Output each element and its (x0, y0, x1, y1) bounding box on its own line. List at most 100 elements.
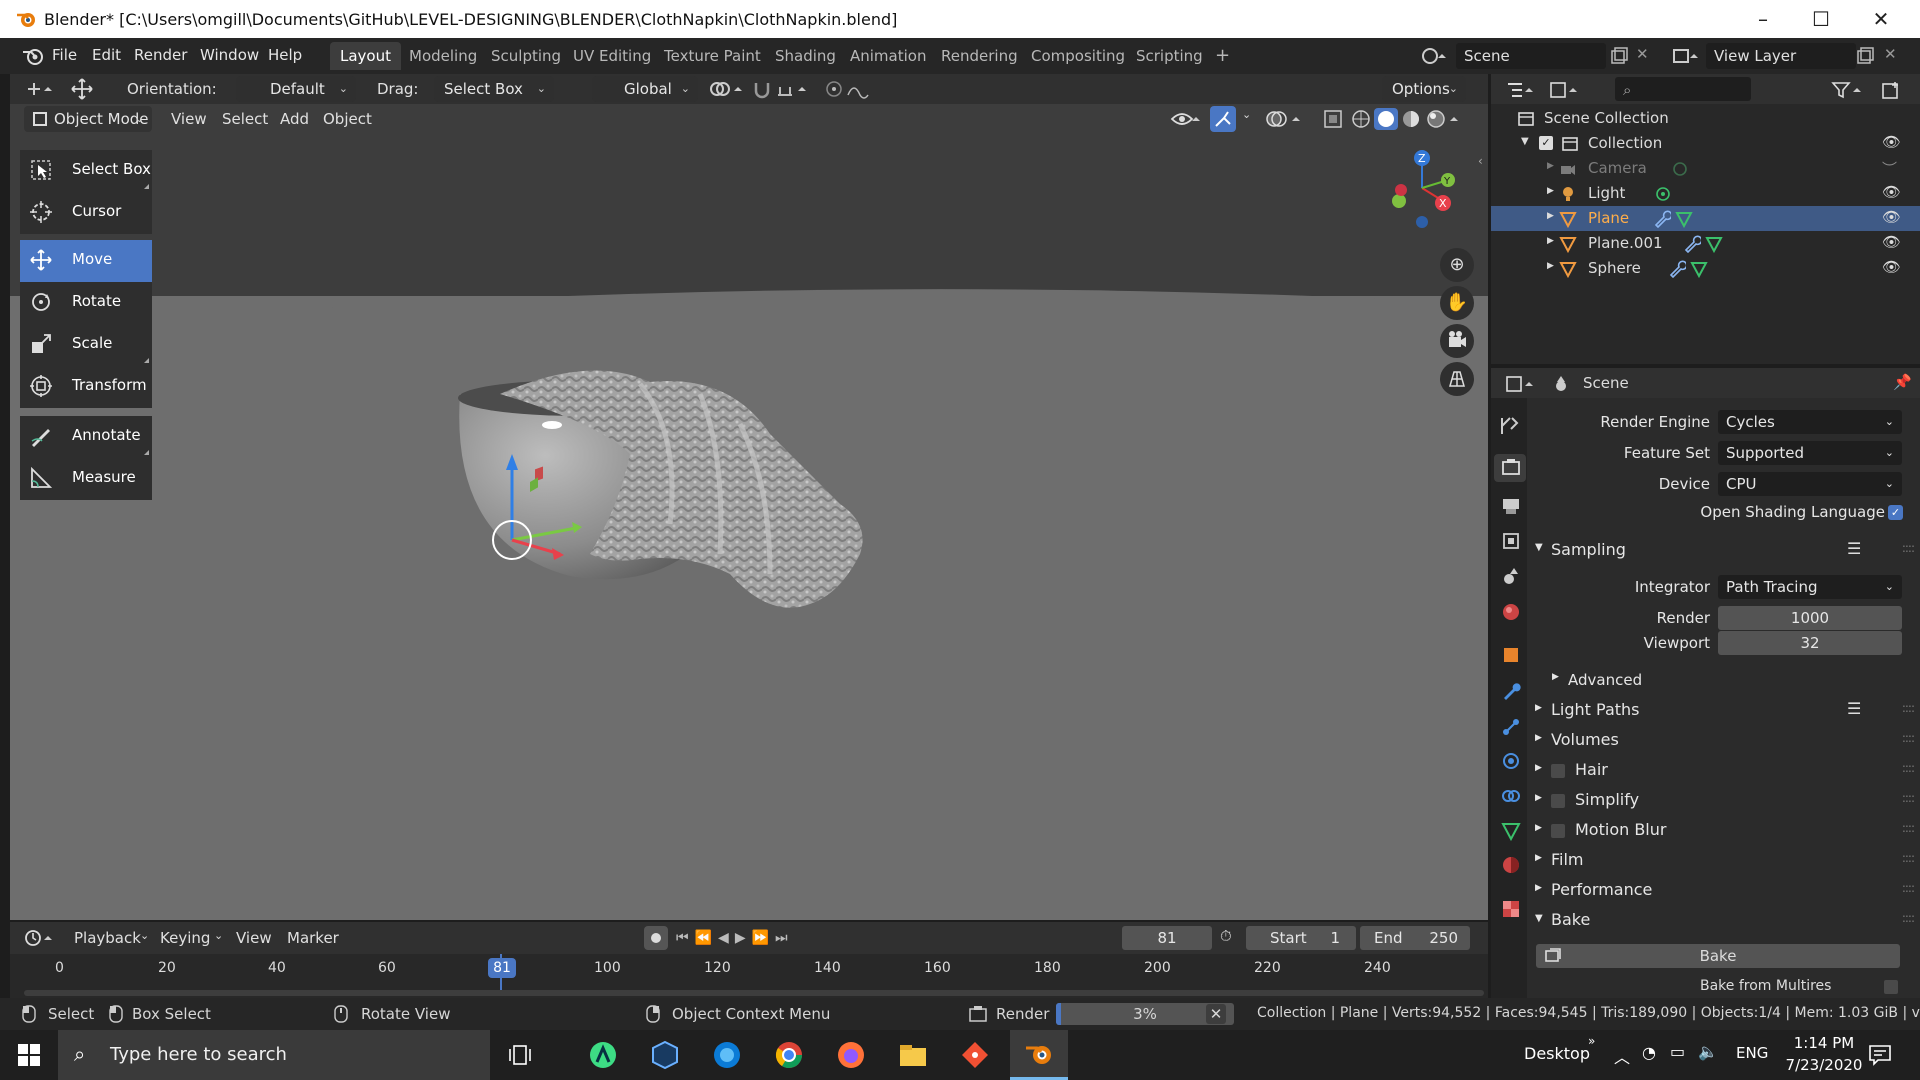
drag-handle-icon[interactable]: :::: (1902, 701, 1915, 715)
clock-date[interactable]: 7/23/2020 (1778, 1056, 1870, 1074)
device-dropdown[interactable]: CPU ⌄ (1718, 472, 1902, 496)
visibility-icon[interactable] (1170, 108, 1204, 130)
outliner-search-input[interactable]: ⌕ (1615, 77, 1751, 101)
tool-transform[interactable]: Transform (20, 366, 152, 408)
feature-set-dropdown[interactable]: Supported ⌄ (1718, 441, 1902, 465)
menu-object[interactable]: Object (323, 110, 372, 128)
render-engine-dropdown[interactable]: Cycles ⌄ (1718, 410, 1902, 434)
outliner-row-plane[interactable]: ▶ Plane 👁 (1491, 206, 1920, 231)
menu-window[interactable]: Window (200, 46, 259, 64)
tab-modifiers-icon[interactable] (1500, 680, 1522, 702)
display-mode-icon[interactable] (1549, 80, 1583, 100)
drag-handle-icon[interactable]: :::: (1902, 851, 1915, 865)
play-reverse-icon[interactable]: ◀ (718, 930, 729, 946)
expand-icon[interactable]: ▶ (1547, 186, 1554, 196)
tool-cursor[interactable]: Cursor (20, 192, 152, 234)
eye-icon[interactable]: 👁 (1882, 233, 1901, 251)
3d-viewport[interactable]: Orientation: Default ⌄ Drag: Select Box ⌄ … (10, 74, 1488, 920)
bake-button[interactable]: Bake (1536, 944, 1900, 968)
mode-dropdown[interactable]: Object Mode ⌄ (24, 106, 152, 132)
tab-output-icon[interactable] (1500, 495, 1522, 517)
scene-field[interactable]: Scene (1456, 43, 1606, 69)
menu-view[interactable]: View (236, 929, 272, 947)
tool-measure[interactable]: Measure (20, 458, 152, 500)
panel-hair[interactable]: ▶ Hair :::: (1533, 757, 1920, 785)
notifications-icon[interactable] (1868, 1044, 1892, 1066)
motion-blur-checkbox[interactable] (1551, 823, 1565, 838)
blender-menu-icon[interactable] (22, 46, 44, 66)
timeline-scrollbar[interactable] (24, 990, 1484, 996)
tab-uv-editing[interactable]: UV Editing (563, 42, 661, 70)
record-button[interactable] (644, 926, 668, 950)
close-window-button[interactable]: ✕ (1852, 0, 1910, 38)
remove-scene-icon[interactable]: ✕ (1636, 45, 1649, 63)
tab-tool-icon[interactable] (1497, 414, 1521, 438)
toolbar-chevron-icon[interactable]: » (1588, 1034, 1595, 1048)
integrator-dropdown[interactable]: Path Tracing ⌄ (1718, 575, 1902, 599)
panel-simplify[interactable]: ▶ Simplify :::: (1533, 787, 1920, 815)
jump-start-icon[interactable]: ⏮ (676, 930, 689, 946)
pivot-point-icon[interactable] (708, 79, 748, 99)
gizmo-toggle-button[interactable] (1210, 106, 1236, 132)
tab-scene-icon[interactable] (1500, 565, 1522, 587)
next-keyframe-icon[interactable]: ⏩ (752, 930, 769, 946)
playhead-frame[interactable]: 81 (488, 958, 516, 978)
menu-render[interactable]: Render (134, 46, 187, 64)
volume-icon[interactable]: 🔈 (1698, 1042, 1718, 1061)
perspective-toggle-button[interactable] (1440, 362, 1474, 396)
tab-rendering[interactable]: Rendering (931, 42, 1028, 70)
battery-icon[interactable]: ▭ (1670, 1042, 1685, 1061)
expand-icon[interactable]: ▶ (1547, 161, 1554, 171)
proportional-editing-icon[interactable] (824, 79, 884, 99)
show-hidden-icons-icon[interactable]: ︿ (1614, 1044, 1630, 1068)
expand-icon[interactable]: ▶ (1547, 261, 1554, 271)
panel-sampling[interactable]: ▼ Sampling ☰ :::: (1533, 537, 1920, 565)
drag-handle-icon[interactable]: :::: (1902, 881, 1915, 895)
tab-object-icon[interactable] (1500, 644, 1522, 666)
minimize-button[interactable]: – (1734, 0, 1792, 38)
tool-move[interactable]: Move (20, 240, 152, 282)
snap-icon[interactable] (752, 79, 812, 99)
menu-playback[interactable]: Playback (74, 929, 141, 947)
blender-taskbar-button[interactable] (1010, 1030, 1068, 1080)
git-icon[interactable] (960, 1040, 990, 1070)
firefox-dev-icon[interactable] (712, 1040, 742, 1070)
panel-film[interactable]: ▶ Film :::: (1533, 847, 1920, 875)
tab-constraints-icon[interactable] (1500, 785, 1522, 807)
tab-physics-icon[interactable] (1500, 750, 1522, 772)
timeline-editor-icon[interactable] (24, 928, 58, 948)
desktop-toolbar-label[interactable]: Desktop (1524, 1044, 1590, 1063)
tab-data-icon[interactable] (1500, 820, 1522, 842)
menu-file[interactable]: File (52, 46, 77, 64)
outliner-row-camera[interactable]: ▶ Camera ︶ (1491, 156, 1920, 181)
windows-start-icon[interactable] (18, 1044, 40, 1066)
panel-motion-blur[interactable]: ▶ Motion Blur :::: (1533, 817, 1920, 845)
eye-icon[interactable]: 👁 (1882, 208, 1901, 226)
start-frame-field[interactable]: Start 1 (1246, 926, 1356, 950)
drag-dropdown[interactable]: Select Box ⌄ (434, 76, 554, 102)
menu-marker[interactable]: Marker (287, 929, 339, 947)
tool-rotate[interactable]: Rotate (20, 282, 152, 324)
xray-icon[interactable] (1322, 108, 1344, 130)
zoom-view-button[interactable]: ⊕ (1440, 248, 1474, 282)
firefox-icon[interactable] (836, 1040, 866, 1070)
overlays-icon[interactable] (1264, 108, 1304, 130)
presets-icon[interactable]: ☰ (1847, 539, 1861, 558)
viewport-samples-field[interactable]: 32 (1718, 631, 1902, 655)
menu-edit[interactable]: Edit (92, 46, 121, 64)
view-layer-icon[interactable] (1672, 46, 1702, 66)
editor-type-icon[interactable] (1505, 80, 1539, 100)
editor-type-icon[interactable] (1505, 374, 1539, 394)
outliner-row-collection[interactable]: ▼ ✓ Collection 👁 (1491, 131, 1920, 156)
drag-handle-icon[interactable]: :::: (1902, 791, 1915, 805)
taskbar-search-box[interactable]: ⌕ Type here to search (58, 1030, 490, 1080)
transform-orientation-dropdown[interactable]: Global ⌄ (592, 76, 698, 102)
outliner-row-scene-collection[interactable]: Scene Collection (1491, 106, 1920, 131)
menu-keying[interactable]: Keying (160, 929, 210, 947)
expand-icon[interactable]: ▼ (1521, 136, 1529, 147)
panel-light-paths[interactable]: ▶ Light Paths ☰ :::: (1533, 697, 1920, 725)
file-explorer-icon[interactable] (898, 1040, 928, 1070)
end-frame-field[interactable]: End 250 (1360, 926, 1470, 950)
tab-modeling[interactable]: Modeling (399, 42, 487, 70)
options-dropdown[interactable]: Options ⌄ (1382, 76, 1466, 102)
